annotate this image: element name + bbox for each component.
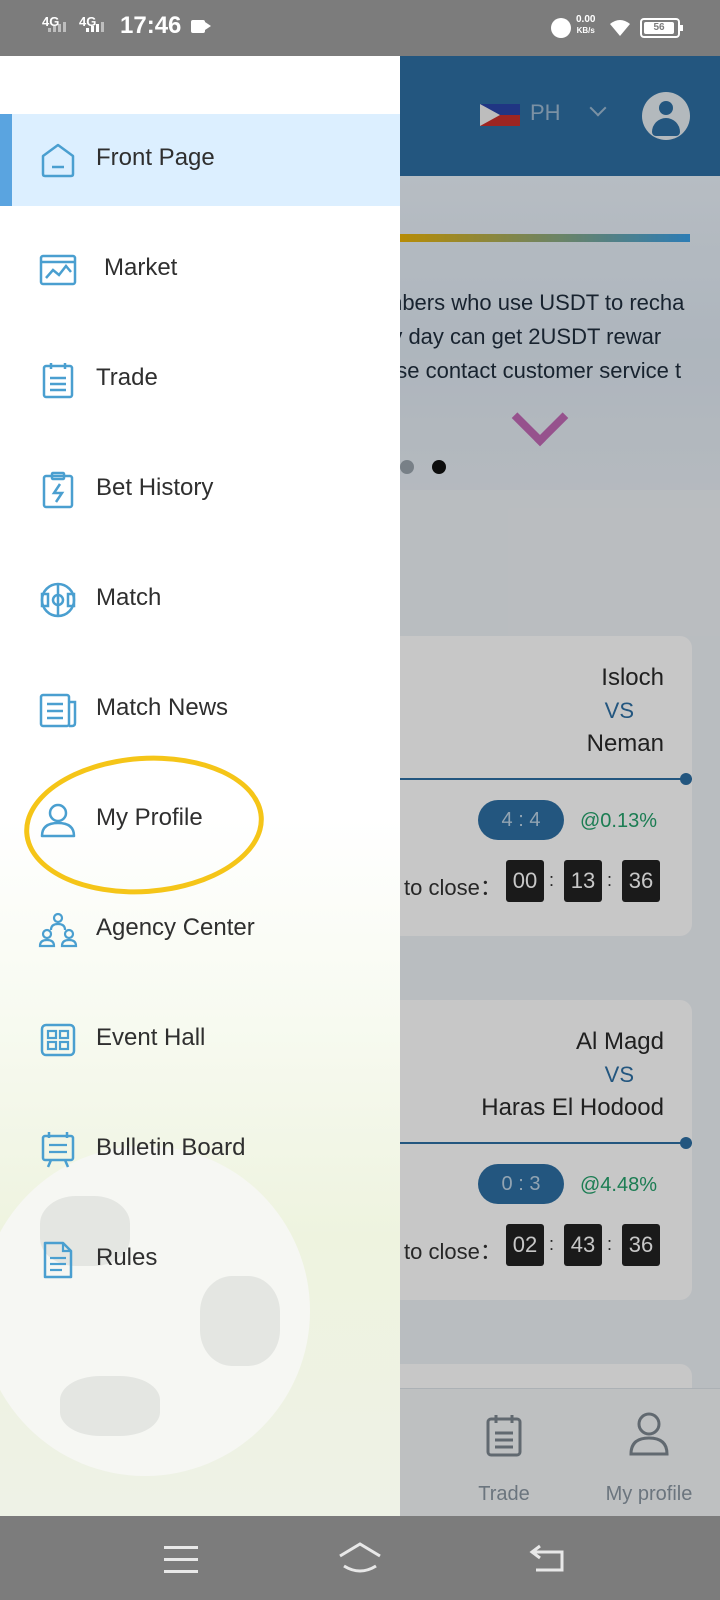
trade-clipboard-icon <box>42 363 74 399</box>
speed-unit: KB/s <box>576 26 595 35</box>
menu-item-match-news[interactable]: Match News <box>0 664 400 756</box>
alarm-icon <box>551 18 571 38</box>
home-icon <box>41 143 75 178</box>
home-button[interactable] <box>336 1540 384 1576</box>
menu-item-label: Bet History <box>96 474 214 501</box>
document-icon <box>43 1241 73 1279</box>
menu-item-label: Trade <box>96 364 158 391</box>
system-navigation-bar <box>0 1516 720 1600</box>
clock: 17:46 <box>120 12 182 39</box>
menu-item-rules[interactable]: Rules <box>0 1214 400 1306</box>
team-icon <box>38 912 78 948</box>
menu-item-agency-center[interactable]: Agency Center <box>0 884 400 976</box>
menu-item-match[interactable]: Match <box>0 554 400 646</box>
market-chart-icon <box>39 254 77 286</box>
menu-item-market[interactable]: Market <box>0 224 400 316</box>
soccer-field-icon <box>40 582 76 618</box>
ball-patch <box>60 1376 160 1436</box>
menu-item-label: Event Hall <box>96 1024 206 1051</box>
menu-item-label: Match <box>96 584 162 611</box>
menu-item-label: Bulletin Board <box>96 1134 246 1161</box>
battery-level: 56 <box>644 22 674 34</box>
back-button[interactable] <box>528 1542 568 1574</box>
bet-history-icon <box>42 471 74 509</box>
news-icon <box>39 693 77 728</box>
menu-item-label: Agency Center <box>96 914 255 941</box>
signal-2-icon <box>86 22 104 32</box>
battery-icon: 56 <box>640 18 683 38</box>
signal-1-icon <box>48 22 66 32</box>
navigation-drawer: Front Page Market Trade Bet History Matc… <box>0 56 400 1516</box>
menu-item-bet-history[interactable]: Bet History <box>0 444 400 536</box>
menu-item-label: Market <box>104 254 178 281</box>
speed-value: 0.00 <box>576 14 596 25</box>
wifi-icon <box>610 20 630 36</box>
recent-apps-button[interactable] <box>164 1546 198 1582</box>
video-camera-icon <box>191 20 211 33</box>
menu-item-label: Rules <box>96 1244 158 1271</box>
status-bar: 4G 4G 17:46 0.00 KB/s 56 <box>0 0 720 56</box>
menu-item-label: Match News <box>96 694 229 721</box>
menu-item-event-hall[interactable]: Event Hall <box>0 994 400 1086</box>
bulletin-icon <box>41 1132 75 1168</box>
menu-item-label: Front Page <box>96 144 215 171</box>
network-speed: 0.00 KB/s <box>576 14 595 36</box>
menu-item-front-page[interactable]: Front Page <box>0 114 400 206</box>
menu-item-bulletin-board[interactable]: Bulletin Board <box>0 1104 400 1196</box>
grid-icon <box>40 1023 76 1057</box>
menu-item-trade[interactable]: Trade <box>0 334 400 426</box>
